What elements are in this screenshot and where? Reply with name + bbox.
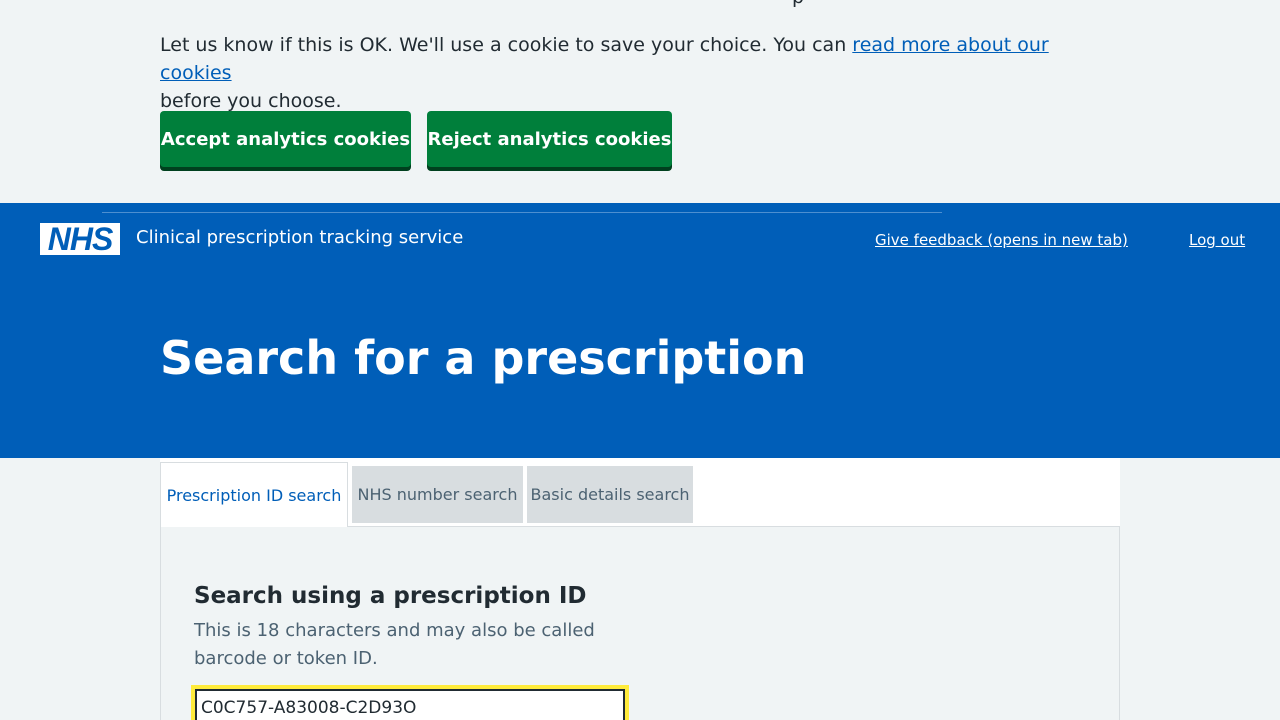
header-divider: [102, 212, 942, 213]
tab-basic-details-search[interactable]: Basic details search: [527, 466, 693, 523]
cookie-text-before-link: Let us know if this is OK. We'll use a c…: [160, 34, 853, 56]
nhs-logo[interactable]: NHS: [40, 223, 120, 255]
cookie-banner-text: Let us know if this is OK. We'll use a c…: [160, 31, 1080, 115]
prescription-id-input[interactable]: [195, 689, 625, 720]
search-form-heading: Search using a prescription ID: [194, 583, 587, 609]
cookie-banner: p Let us know if this is OK. We'll use a…: [0, 0, 1280, 203]
tab-prescription-id-search[interactable]: Prescription ID search: [160, 462, 348, 528]
give-feedback-link[interactable]: Give feedback (opens in new tab): [875, 231, 1128, 249]
prescription-id-input-focus-ring: [191, 685, 629, 720]
search-panel: Search using a prescription ID This is 1…: [160, 527, 1120, 720]
log-out-link[interactable]: Log out: [1189, 231, 1245, 249]
site-header: NHS Clinical prescription tracking servi…: [0, 203, 1280, 458]
cookie-banner-heading-partial: p: [792, 0, 804, 8]
search-tabs: Prescription ID search NHS number search…: [160, 458, 1120, 528]
reject-cookies-button[interactable]: Reject analytics cookies: [427, 111, 672, 167]
accept-cookies-button[interactable]: Accept analytics cookies: [160, 111, 411, 167]
tab-nhs-number-search[interactable]: NHS number search: [352, 466, 523, 523]
page-title: Search for a prescription: [160, 331, 807, 385]
search-form-hint: This is 18 characters and may also be ca…: [194, 620, 595, 669]
service-name[interactable]: Clinical prescription tracking service: [136, 227, 463, 248]
cookie-text-after-link: before you choose.: [160, 90, 342, 112]
